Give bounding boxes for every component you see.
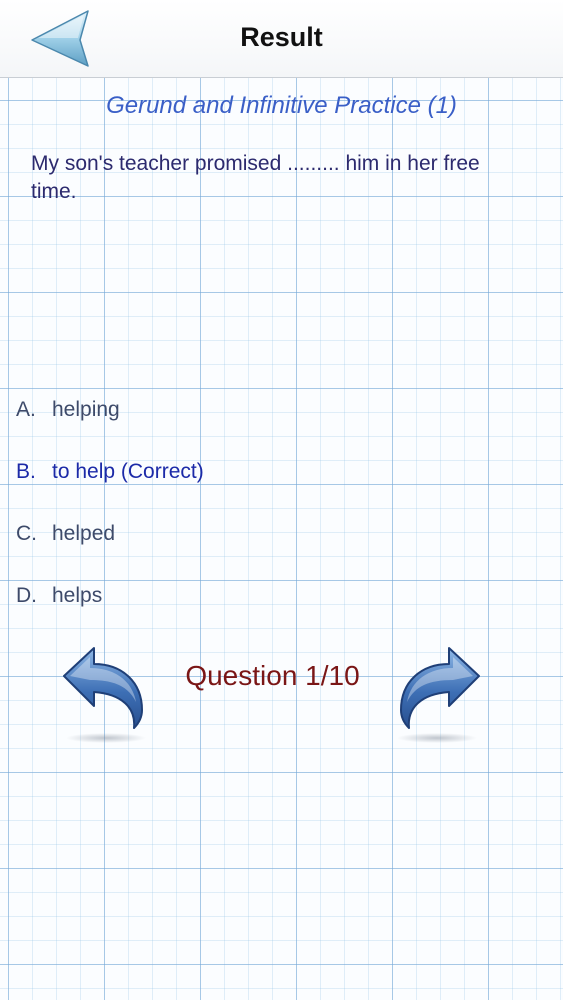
option-d[interactable]: D. helps <box>16 584 516 608</box>
option-a[interactable]: A. helping <box>16 398 516 422</box>
option-text: helping <box>52 398 120 421</box>
previous-question-button[interactable] <box>60 640 150 750</box>
next-question-button[interactable] <box>393 640 483 750</box>
option-text: to help (Correct) <box>52 460 204 483</box>
redo-arrow-icon <box>397 647 480 743</box>
question-text: My son's teacher promised ......... him … <box>31 152 480 203</box>
page-title: Result <box>240 22 323 52</box>
option-letter: B. <box>16 460 36 483</box>
navigation-bar: Result <box>0 0 563 78</box>
option-text: helps <box>52 584 103 607</box>
question-counter: Question 1/10 <box>185 660 360 691</box>
option-text: helped <box>52 522 116 545</box>
option-letter: C. <box>16 522 37 545</box>
undo-arrow-icon <box>63 647 146 743</box>
option-letter: D. <box>16 584 37 607</box>
option-c[interactable]: C. helped <box>16 522 516 546</box>
option-b[interactable]: B. to help (Correct) <box>16 460 516 484</box>
quiz-title: Gerund and Infinitive Practice (1) <box>106 92 457 119</box>
option-letter: A. <box>16 398 36 421</box>
